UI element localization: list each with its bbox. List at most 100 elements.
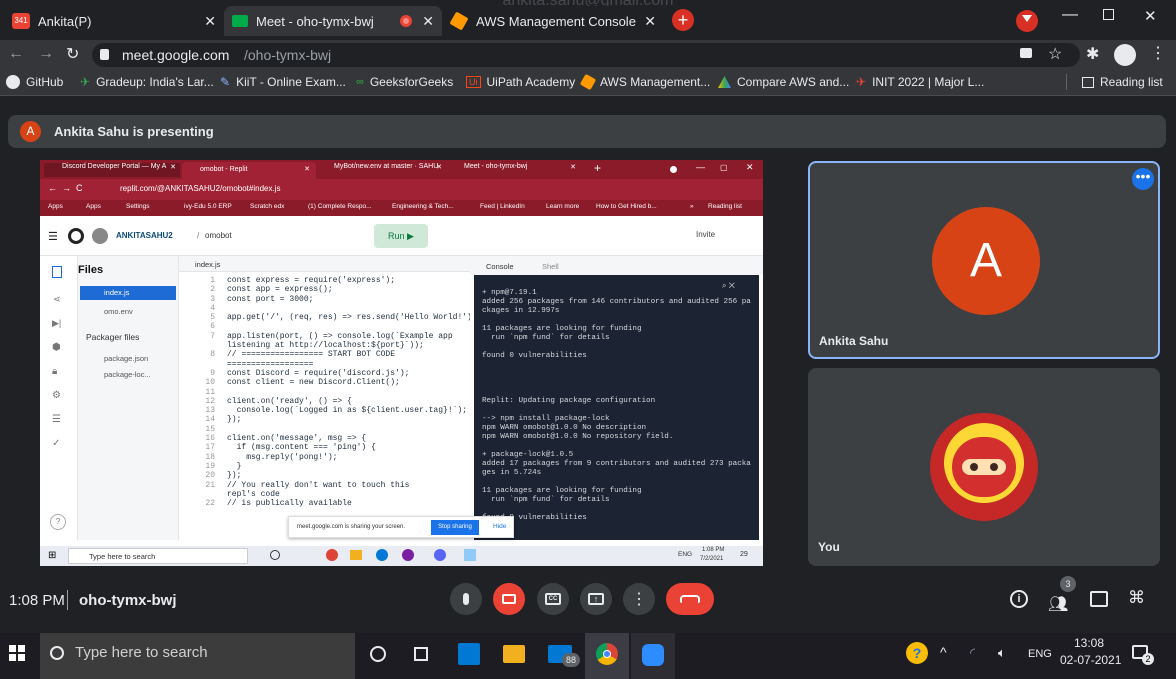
volume-icon[interactable]: 🔈︎ xyxy=(998,645,1006,661)
bookmark-github[interactable]: GitHub xyxy=(6,75,63,89)
file-explorer-icon[interactable] xyxy=(503,645,525,663)
reload-icon[interactable]: ↻ xyxy=(66,44,79,64)
bookmark-init[interactable]: ✈ INIT 2022 | Major L... xyxy=(856,75,984,89)
participant-tile-ankita[interactable]: A Ankita Sahu ••• xyxy=(808,161,1160,359)
recording-dot-icon xyxy=(400,15,412,27)
search-placeholder: Type here to search xyxy=(75,644,208,661)
windows-start-icon[interactable] xyxy=(9,645,25,661)
console-line: ckages in 12.997s xyxy=(482,307,560,315)
shared-url: replit.com/@ANKITASAHU2/omobot#index.js xyxy=(120,184,281,193)
code-line: const express = require('express'); xyxy=(227,276,396,285)
edge-icon xyxy=(376,549,388,561)
bookmark-aws[interactable]: AWS Management... xyxy=(579,73,710,91)
present-button[interactable]: ↑ xyxy=(580,583,612,615)
hang-up-icon xyxy=(680,595,700,603)
bookmark-gfg[interactable]: ∞ GeeksforGeeks xyxy=(356,75,453,89)
line-number: 2 xyxy=(210,285,215,295)
close-tab-icon[interactable]: ✕ xyxy=(422,13,434,30)
bookmarks-bar: GitHub ✈ Gradeup: India's Lar... ✎ KiiT - … xyxy=(0,70,1176,96)
close-tab-icon[interactable]: ✕ xyxy=(644,13,656,30)
captions-button[interactable]: CC xyxy=(537,583,569,615)
star-icon[interactable]: ☆ xyxy=(1048,44,1062,64)
cortana-icon[interactable] xyxy=(370,646,386,662)
tab-meet[interactable]: Meet - oho-tymx-bwj ✕ xyxy=(224,6,442,36)
back-icon[interactable]: ← xyxy=(8,45,24,63)
help-icon[interactable]: ? xyxy=(906,642,928,664)
more-button[interactable]: ⋮ xyxy=(623,583,655,615)
language[interactable]: ENG xyxy=(1028,648,1052,660)
files-icon xyxy=(52,266,62,278)
store-icon[interactable] xyxy=(458,643,480,665)
mic-button[interactable] xyxy=(450,583,482,615)
search-box[interactable]: Type here to search xyxy=(40,633,355,679)
presenting-text: Ankita Sahu is presenting xyxy=(54,124,214,139)
notifications-button[interactable]: 2 xyxy=(1132,643,1156,667)
bookmark-uipath[interactable]: Ui UiPath Academy xyxy=(466,75,575,89)
forward-icon[interactable]: → xyxy=(38,45,54,63)
console-line: run `npm fund` for details xyxy=(482,334,610,342)
bm-label: How to Get Hired b... xyxy=(596,203,657,210)
extensions-icon[interactable]: ✱ xyxy=(1086,44,1099,64)
url-field[interactable]: meet.google.com /oho-tymx-bwj ☆ xyxy=(92,43,1080,67)
chevron-up-icon[interactable]: ^ xyxy=(940,644,947,660)
search-box: Type here to search xyxy=(68,548,248,564)
divider xyxy=(67,590,68,610)
restore-icon[interactable] xyxy=(1103,9,1114,20)
menu-icon[interactable]: ⋮ xyxy=(1150,43,1166,63)
chrome-taskbar-button[interactable] xyxy=(585,633,629,679)
line-number xyxy=(185,341,215,350)
line-number: 5 xyxy=(210,313,215,323)
profile-icon[interactable] xyxy=(1016,10,1038,32)
camera-button[interactable] xyxy=(493,583,525,615)
shell-tab: Shell xyxy=(542,262,559,271)
share-icon: ⋖ xyxy=(53,294,61,304)
notification-count: 2 xyxy=(1142,653,1154,665)
zoom-taskbar-button[interactable] xyxy=(631,633,675,679)
task-view-icon[interactable] xyxy=(414,647,428,661)
code-line: } xyxy=(227,461,242,471)
participant-tile-you[interactable]: You xyxy=(808,368,1160,566)
line-number: 8 xyxy=(210,350,215,360)
bookmark-gradeup[interactable]: ✈ Gradeup: India's Lar... xyxy=(80,75,214,89)
bookmark-label: GitHub xyxy=(26,75,64,89)
tab-ankita[interactable]: 341 Ankita(P) ✕ xyxy=(4,6,224,36)
avatar[interactable] xyxy=(1114,44,1136,66)
bookmark-label: Reading list xyxy=(1100,75,1163,89)
activities-icon[interactable]: ⌘ xyxy=(1128,588,1145,608)
invite-button: Invite xyxy=(696,230,716,239)
restore-icon: ▢ xyxy=(720,163,728,172)
new-tab-button[interactable]: + xyxy=(672,9,694,31)
close-tab-icon[interactable]: ✕ xyxy=(204,13,216,30)
discord-icon xyxy=(434,549,446,561)
bookmark-kiit[interactable]: ✎ KiiT - Online Exam... xyxy=(220,75,346,89)
back-icon: ← → C xyxy=(48,183,83,193)
info-icon[interactable]: i xyxy=(1010,590,1028,608)
tab-aws[interactable]: AWS Management Console ✕ xyxy=(444,6,664,36)
hide-button: Hide xyxy=(493,523,507,530)
check-icon: ✓ xyxy=(52,438,61,449)
chat-icon[interactable] xyxy=(1090,591,1108,607)
participant-avatar: A xyxy=(932,207,1040,315)
code-line: listening at http://localhost:${port}`))… xyxy=(227,341,424,351)
bookmark-label: GeeksforGeeks xyxy=(369,75,454,89)
wifi-icon[interactable]: ◜ xyxy=(970,645,975,661)
chrome-icon-center xyxy=(603,650,611,658)
code-line: console.log(`Logged in as ${client.user.… xyxy=(227,406,468,416)
people-button[interactable]: 👥︎ 3 xyxy=(1046,576,1076,613)
minimize-icon[interactable]: — xyxy=(1062,6,1078,24)
bm-label: Feed | LinkedIn xyxy=(480,203,525,210)
bookmark-compare-aws[interactable]: Compare AWS and... xyxy=(718,75,849,89)
more-options-icon[interactable]: ••• xyxy=(1132,168,1154,190)
reading-list[interactable]: Reading list xyxy=(1082,75,1163,89)
meeting-code: oho-tymx-bwj xyxy=(79,592,177,609)
leave-call-button[interactable] xyxy=(666,583,714,615)
close-window-icon[interactable]: ✕ xyxy=(1144,7,1157,25)
bm-label: ivy-Edu 5.0 ERP xyxy=(184,203,232,210)
camera-icon[interactable] xyxy=(1020,48,1032,58)
mail-button[interactable]: 88 xyxy=(548,643,580,669)
